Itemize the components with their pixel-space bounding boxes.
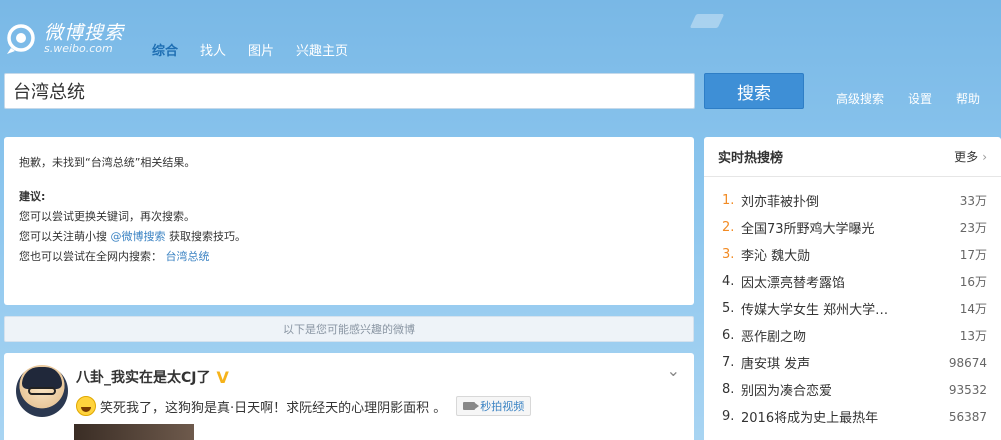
more-link[interactable]: 更多 ›: [954, 148, 987, 165]
weibo-post-card: 八卦_我实在是太CJ了 V ⌄ 笑死我了，这狗狗是真·日天啊！求阮经天的心理阴影…: [4, 353, 694, 440]
hot-item-count: 14万: [959, 302, 987, 316]
hot-item-rank: 5.: [722, 301, 735, 316]
suggestion-title: 建议:: [19, 190, 46, 203]
hot-item-count: 93532: [948, 382, 987, 397]
hot-search-panel: 实时热搜榜 更多 › 1. 刘亦菲被扑倒 33万 2. 全国73所野鸡大学曝光 23万 …: [704, 137, 1001, 440]
hot-item[interactable]: 5. 传媒大学女生 郑州大学… 14万: [722, 295, 1001, 322]
advanced-search-link[interactable]: 高级搜索: [836, 90, 884, 107]
hot-item[interactable]: 6. 恶作剧之吻 13万: [722, 322, 1001, 349]
hot-item-count: 16万: [959, 275, 987, 289]
suggestion-line-3: 您也可以尝试在全网内搜索： 台湾总统: [19, 247, 679, 267]
hot-item-text: 2016将成为史上最热年: [741, 411, 879, 426]
hot-item[interactable]: 7. 唐安琪 发声 98674: [722, 349, 1001, 376]
hot-item-text: 唐安琪 发声: [741, 357, 811, 372]
verified-badge-icon: V: [216, 367, 229, 387]
nav-tab-comprehensive[interactable]: 综合: [152, 40, 178, 59]
post-text: 笑死我了，这狗狗是真·日天啊！求阮经天的心理阴影面积 。: [100, 400, 447, 416]
nav-tab-pictures[interactable]: 图片: [248, 40, 274, 59]
hot-item-count: 56387: [948, 409, 987, 424]
hot-item[interactable]: 4. 因太漂亮替考露馅 16万: [722, 268, 1001, 295]
hot-item[interactable]: 8. 别因为凑合恋爱 93532: [722, 376, 1001, 403]
hot-item-text: 传媒大学女生 郑州大学…: [741, 303, 889, 318]
post-author: 八卦_我实在是太CJ了 V: [76, 367, 229, 387]
web-search-link[interactable]: 台湾总统: [166, 250, 210, 263]
hot-item-rank: 2.: [722, 220, 735, 235]
chevron-down-icon[interactable]: ⌄: [667, 361, 680, 380]
logo-icon: [6, 22, 40, 56]
help-link[interactable]: 帮助: [956, 90, 980, 107]
hot-item-rank: 6.: [722, 328, 735, 343]
video-label: 秒拍视频: [480, 400, 525, 413]
post-thumbnail[interactable]: [74, 424, 194, 440]
suggestion-line-2-prefix: 您可以关注萌小搜: [19, 230, 107, 243]
hot-item-text: 李沁 魏大勋: [741, 249, 811, 264]
no-result-message: 抱歉，未找到“台湾总统”相关结果。: [19, 156, 196, 169]
hot-item-rank: 1.: [722, 193, 735, 208]
more-label: 更多: [954, 150, 979, 164]
hot-item[interactable]: 9. 2016将成为史上最热年 56387: [722, 403, 1001, 430]
hot-item-count: 17万: [959, 248, 987, 262]
post-author-name[interactable]: 八卦_我实在是太CJ了: [76, 367, 210, 387]
hot-item-rank: 8.: [722, 382, 735, 397]
hot-item-count: 98674: [948, 355, 987, 370]
laugh-emoji-icon: [76, 396, 96, 416]
search-input[interactable]: [5, 74, 694, 108]
suggestion-line-2-suffix: 获取搜索技巧。: [169, 230, 246, 243]
hot-item-text: 别因为凑合恋爱: [741, 384, 833, 399]
hot-search-title: 实时热搜榜: [718, 151, 784, 166]
settings-link[interactable]: 设置: [908, 90, 932, 107]
logo-subtitle: s.weibo.com: [44, 42, 113, 55]
hot-item-text: 刘亦菲被扑倒: [741, 195, 820, 210]
no-result-card: 抱歉，未找到“台湾总统”相关结果。 建议: 您可以尝试更换关键词，再次搜索。 您…: [4, 137, 694, 305]
avatar[interactable]: [16, 365, 68, 417]
interest-divider: 以下是您可能感兴趣的微博: [4, 316, 694, 342]
hot-item-count: 13万: [959, 329, 987, 343]
hot-item-rank: 4.: [722, 274, 735, 289]
suggestion-line-1: 您可以尝试更换关键词，再次搜索。: [19, 210, 195, 223]
hot-item-text: 因太漂亮替考露馅: [741, 276, 846, 291]
hot-item[interactable]: 1. 刘亦菲被扑倒 33万: [722, 187, 1001, 214]
hot-item-rank: 7.: [722, 355, 735, 370]
suggestion-line-2: 您可以关注萌小搜 @微博搜索 获取搜索技巧。: [19, 227, 679, 247]
post-content: 笑死我了，这狗狗是真·日天啊！求阮经天的心理阴影面积 。 秒拍视频: [76, 396, 532, 416]
hot-search-list: 1. 刘亦菲被扑倒 33万 2. 全国73所野鸡大学曝光 23万 3. 李沁 魏大勋 17万…: [704, 177, 1001, 430]
suggestion-line-3-prefix: 您也可以尝试在全网内搜索：: [19, 250, 162, 263]
hot-item-count: 33万: [959, 194, 987, 208]
weibo-search-logo[interactable]: 微博搜索 s.weibo.com: [6, 22, 124, 56]
hot-search-header: 实时热搜榜 更多 ›: [704, 137, 1001, 177]
logo-title: 微博搜索: [44, 22, 125, 44]
hot-item-text: 恶作剧之吻: [741, 330, 807, 345]
hot-item-rank: 3.: [722, 247, 735, 262]
weibo-search-account-link[interactable]: @微博搜索: [111, 230, 166, 243]
hot-item-rank: 9.: [722, 409, 735, 424]
nav-tab-interest-pages[interactable]: 兴趣主页: [296, 40, 348, 59]
search-box: [4, 73, 695, 109]
search-button[interactable]: 搜索: [704, 73, 804, 109]
top-nav: 综合 找人 图片 兴趣主页: [152, 40, 348, 59]
chevron-right-icon: ›: [982, 149, 987, 164]
search-links: 高级搜索 设置 帮助: [836, 90, 980, 107]
hot-item-text: 全国73所野鸡大学曝光: [741, 222, 875, 237]
hot-item-count: 23万: [959, 221, 987, 235]
hot-item[interactable]: 3. 李沁 魏大勋 17万: [722, 241, 1001, 268]
hot-item[interactable]: 2. 全国73所野鸡大学曝光 23万: [722, 214, 1001, 241]
background-decoration: [689, 14, 725, 28]
video-link[interactable]: 秒拍视频: [456, 396, 532, 416]
nav-tab-find-people[interactable]: 找人: [200, 40, 226, 59]
video-camera-icon: [463, 402, 480, 410]
